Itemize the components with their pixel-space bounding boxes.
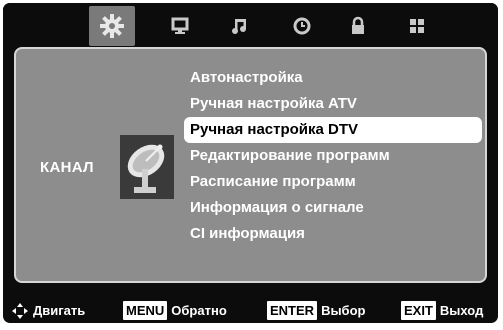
hint-enter: ENTER Выбор — [267, 301, 365, 320]
gear-icon — [99, 13, 125, 39]
menu-item-ci-info[interactable]: CI информация — [184, 221, 482, 247]
menu-item-schedule[interactable]: Расписание программ — [184, 169, 482, 195]
channel-settings-panel: КАНАЛ Автонастройка Ручная настройка ATV… — [14, 47, 487, 283]
menu-key[interactable]: MENU — [123, 301, 168, 320]
hint-enter-label: Выбор — [321, 303, 366, 318]
menu-item-program-edit[interactable]: Редактирование программ — [184, 143, 482, 169]
monitor-icon[interactable] — [169, 15, 191, 37]
hint-move-label: Двигать — [33, 303, 86, 318]
enter-key[interactable]: ENTER — [267, 301, 318, 320]
channel-menu-list: Автонастройка Ручная настройка ATV Ручна… — [184, 65, 482, 247]
category-tab-bar — [3, 3, 498, 47]
clock-icon[interactable] — [291, 15, 313, 37]
grid-icon[interactable] — [406, 15, 428, 37]
satellite-dish-icon — [120, 135, 174, 199]
menu-item-manual-atv[interactable]: Ручная настройка ATV — [184, 91, 482, 117]
music-note-icon[interactable] — [229, 15, 251, 37]
menu-item-auto-tuning[interactable]: Автонастройка — [184, 65, 482, 91]
hint-move: Двигать — [11, 301, 85, 320]
menu-item-manual-dtv[interactable]: Ручная настройка DTV — [184, 117, 482, 143]
dpad-icon — [12, 302, 28, 319]
lock-icon[interactable] — [347, 15, 369, 37]
menu-item-signal-info[interactable]: Информация о сигнале — [184, 195, 482, 221]
section-title: КАНАЛ — [40, 159, 94, 176]
hint-exit: EXIT Выход — [401, 301, 483, 320]
key-hint-bar: Двигать MENU Обратно ENTER Выбор EXIT Вы… — [3, 293, 498, 323]
hint-menu: MENU Обратно — [123, 301, 227, 320]
hint-menu-label: Обратно — [171, 303, 227, 318]
tv-menu-window: КАНАЛ Автонастройка Ручная настройка ATV… — [3, 3, 498, 323]
exit-key[interactable]: EXIT — [401, 301, 436, 320]
hint-exit-label: Выход — [439, 303, 484, 318]
